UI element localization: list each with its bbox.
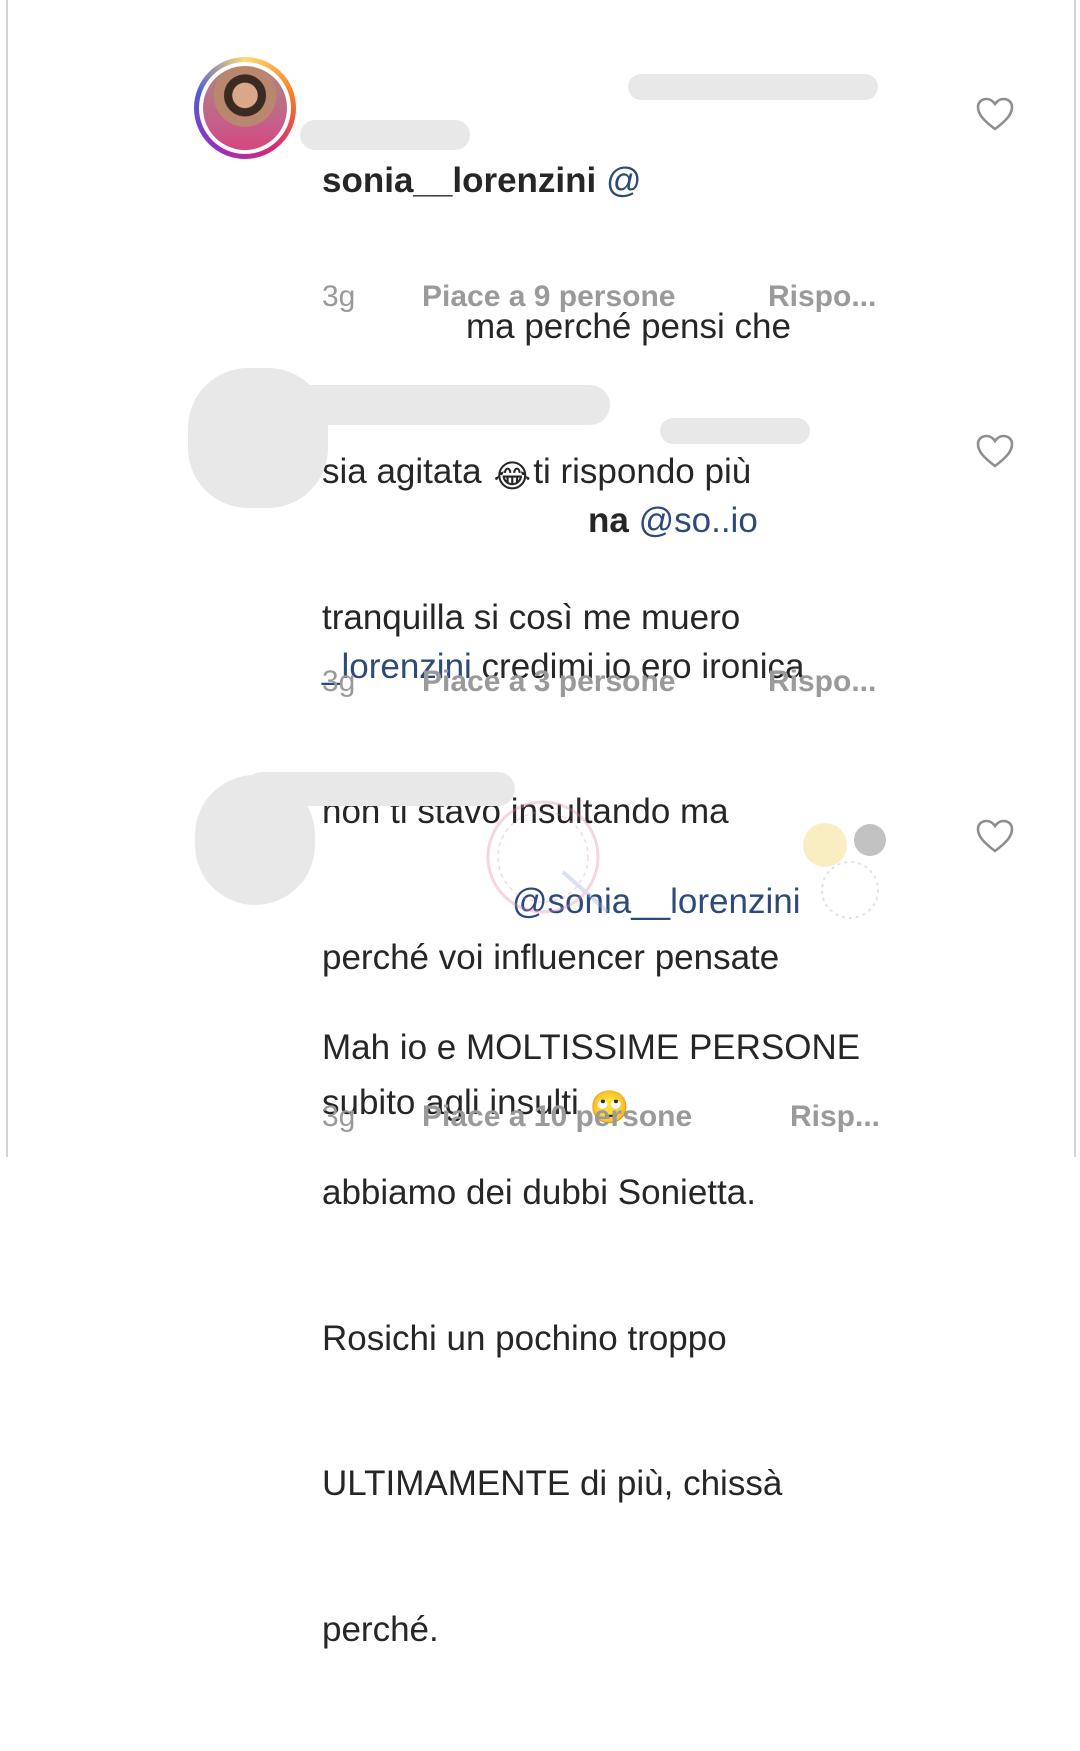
comment-3: @sonia__lorenzini Mah io e MOLTISSIME PE… (0, 720, 1080, 1649)
heart-outline-icon[interactable] (975, 433, 1015, 469)
comment-line: Rosichi un pochino troppo (322, 1318, 727, 1358)
mention[interactable]: @so..io (639, 501, 758, 540)
avatar[interactable] (194, 57, 296, 159)
username[interactable]: na (588, 501, 629, 540)
reply-button[interactable]: Rispo... (768, 280, 876, 314)
comment-line: perché. (322, 1609, 439, 1649)
timestamp: 3g (322, 1100, 356, 1133)
comment-text: @sonia__lorenzini Mah io e MOLTISSIME PE… (322, 781, 932, 1751)
timestamp: 3g (322, 665, 356, 698)
comment-1: sonia__lorenzini @ ma perché pensi che s… (0, 0, 1080, 637)
mention[interactable]: @ (606, 161, 642, 200)
likes-count[interactable]: Piace a 9 persone (422, 280, 675, 314)
reply-button[interactable]: Risp... (790, 1100, 880, 1134)
heart-outline-icon[interactable] (975, 96, 1015, 132)
timestamp: 3g (322, 280, 356, 313)
comment-2: na @so..io _lorenzini credimi io ero iro… (0, 340, 1080, 1125)
profile-photo (203, 66, 287, 150)
heart-outline-icon[interactable] (975, 818, 1015, 854)
watermark-logo (478, 792, 610, 922)
comment-line: abbiamo dei dubbi Sonietta. (322, 1173, 756, 1212)
likes-count[interactable]: Piace a 3 persone (422, 665, 675, 699)
decorative-sticker (780, 805, 910, 925)
likes-count[interactable]: Piace a 10 persone (422, 1100, 692, 1134)
reply-button[interactable]: Rispo... (768, 665, 876, 699)
comment-line: Mah io e MOLTISSIME PERSONE (322, 1027, 861, 1067)
comment-line: ULTIMAMENTE di più, chissà (322, 1464, 783, 1503)
username[interactable]: sonia__lorenzini (322, 161, 596, 200)
